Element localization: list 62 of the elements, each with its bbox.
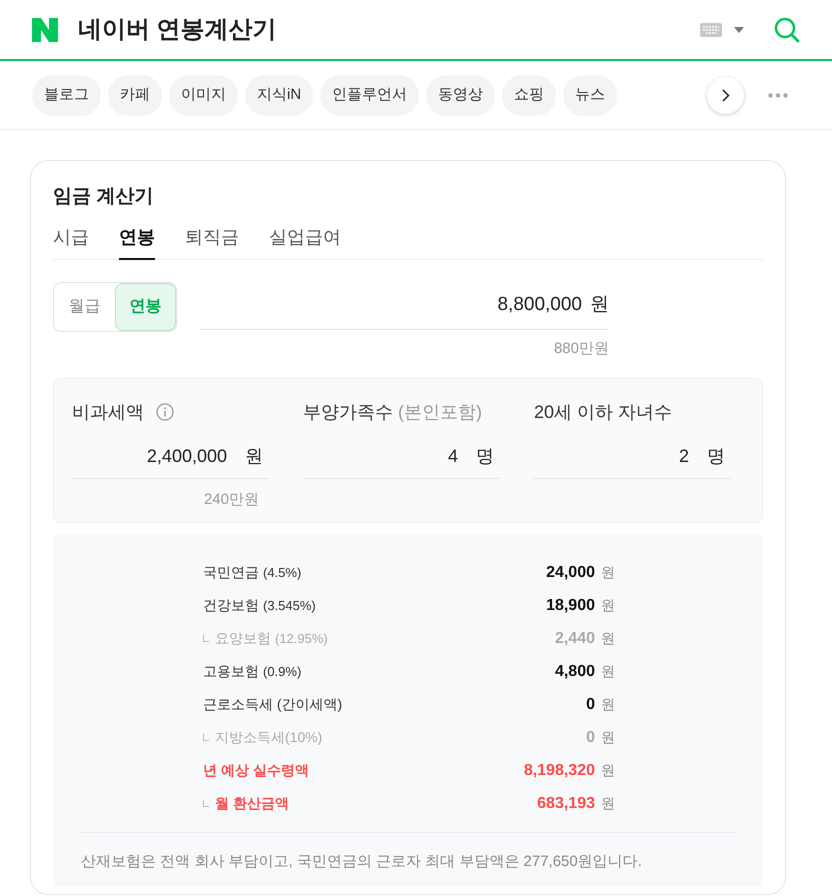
result-label: 근로소득세 (간이세액) bbox=[203, 695, 342, 714]
field-label: 20세 이하 자녀수 bbox=[534, 400, 672, 424]
result-value: 0 bbox=[586, 728, 595, 748]
category-chip[interactable]: 지식iN bbox=[245, 74, 314, 116]
result-label: 국민연금 bbox=[203, 563, 259, 582]
search-icon[interactable] bbox=[774, 16, 800, 42]
result-rate: (0.9%) bbox=[263, 662, 302, 681]
salary-hint: 880만원 bbox=[552, 338, 609, 358]
category-chip[interactable]: 인플루언서 bbox=[320, 74, 420, 116]
footnote: 산재보험은 전액 회사 부담이고, 국민연금의 근로자 최대 부담액은 277,650원입니다. bbox=[81, 852, 643, 872]
keyboard-icon[interactable] bbox=[700, 22, 722, 36]
result-unit: 원 bbox=[601, 794, 615, 813]
result-rate: (4.5%) bbox=[263, 564, 302, 582]
result-value: 18,900 bbox=[546, 596, 595, 616]
field-note: (본인포함) bbox=[398, 400, 482, 424]
number-input[interactable]: 2,400,000 원 bbox=[72, 435, 269, 479]
tab[interactable]: 연봉 bbox=[119, 224, 155, 260]
category-chip[interactable]: 동영상 bbox=[426, 74, 496, 116]
result-value: 0 bbox=[586, 694, 595, 714]
result-unit: 원 bbox=[601, 695, 615, 714]
result-unit: 원 bbox=[601, 629, 615, 648]
page-title: 네이버 연봉계산기 bbox=[78, 14, 277, 44]
salary-input[interactable]: 8,800,000 원 bbox=[199, 282, 609, 330]
result-rate: (3.545%) bbox=[263, 596, 316, 615]
tab[interactable]: 시급 bbox=[53, 224, 89, 260]
field-hint: 240만원 bbox=[202, 490, 260, 510]
result-label: 지방소득세(10%) bbox=[215, 728, 322, 747]
category-chip[interactable]: 블로그 bbox=[32, 74, 101, 116]
result-unit: 원 bbox=[601, 728, 615, 747]
result-label: 월 환산금액 bbox=[215, 794, 289, 813]
result-rate: (12.95%) bbox=[275, 630, 328, 648]
toggle-option[interactable]: 월급 bbox=[54, 282, 115, 330]
result-unit: 원 bbox=[601, 563, 615, 582]
result-unit: 원 bbox=[601, 662, 615, 681]
result-value: 8,198,320 bbox=[524, 760, 595, 780]
result-value: 24,000 bbox=[546, 562, 595, 582]
chevron-right-icon bbox=[722, 89, 730, 102]
result-label: 요양보험 bbox=[215, 629, 271, 648]
category-chip[interactable]: 쇼핑 bbox=[502, 74, 556, 116]
result-value: 4,800 bbox=[554, 662, 595, 682]
caret-icon[interactable] bbox=[734, 26, 744, 32]
category-chip[interactable]: 뉴스 bbox=[563, 74, 618, 116]
result-unit: 원 bbox=[601, 596, 615, 615]
tab[interactable]: 퇴직금 bbox=[185, 224, 239, 260]
result-unit: 원 bbox=[601, 761, 615, 780]
result-label: 건강보험 bbox=[203, 596, 259, 615]
category-chip[interactable]: 이미지 bbox=[169, 74, 238, 116]
number-input[interactable]: 4 명 bbox=[303, 435, 500, 479]
card-title: 임금 계산기 bbox=[53, 185, 154, 209]
result-value: 683,193 bbox=[537, 794, 595, 814]
category-chip[interactable]: 카페 bbox=[108, 74, 162, 116]
result-value: 2,440 bbox=[554, 628, 595, 648]
logo-icon[interactable] bbox=[32, 18, 58, 42]
field-label: 부양가족수 bbox=[303, 400, 393, 424]
result-label: 년 예상 실수령액 bbox=[203, 761, 309, 780]
more-icon[interactable] bbox=[768, 93, 788, 98]
tab[interactable]: 실업급여 bbox=[269, 224, 341, 260]
scroll-right-button[interactable] bbox=[707, 77, 744, 114]
info-icon[interactable] bbox=[156, 403, 174, 421]
number-input[interactable]: 2 명 bbox=[534, 435, 731, 479]
field-label: 비과세액 bbox=[72, 400, 144, 424]
result-label: 고용보험 bbox=[203, 662, 259, 681]
